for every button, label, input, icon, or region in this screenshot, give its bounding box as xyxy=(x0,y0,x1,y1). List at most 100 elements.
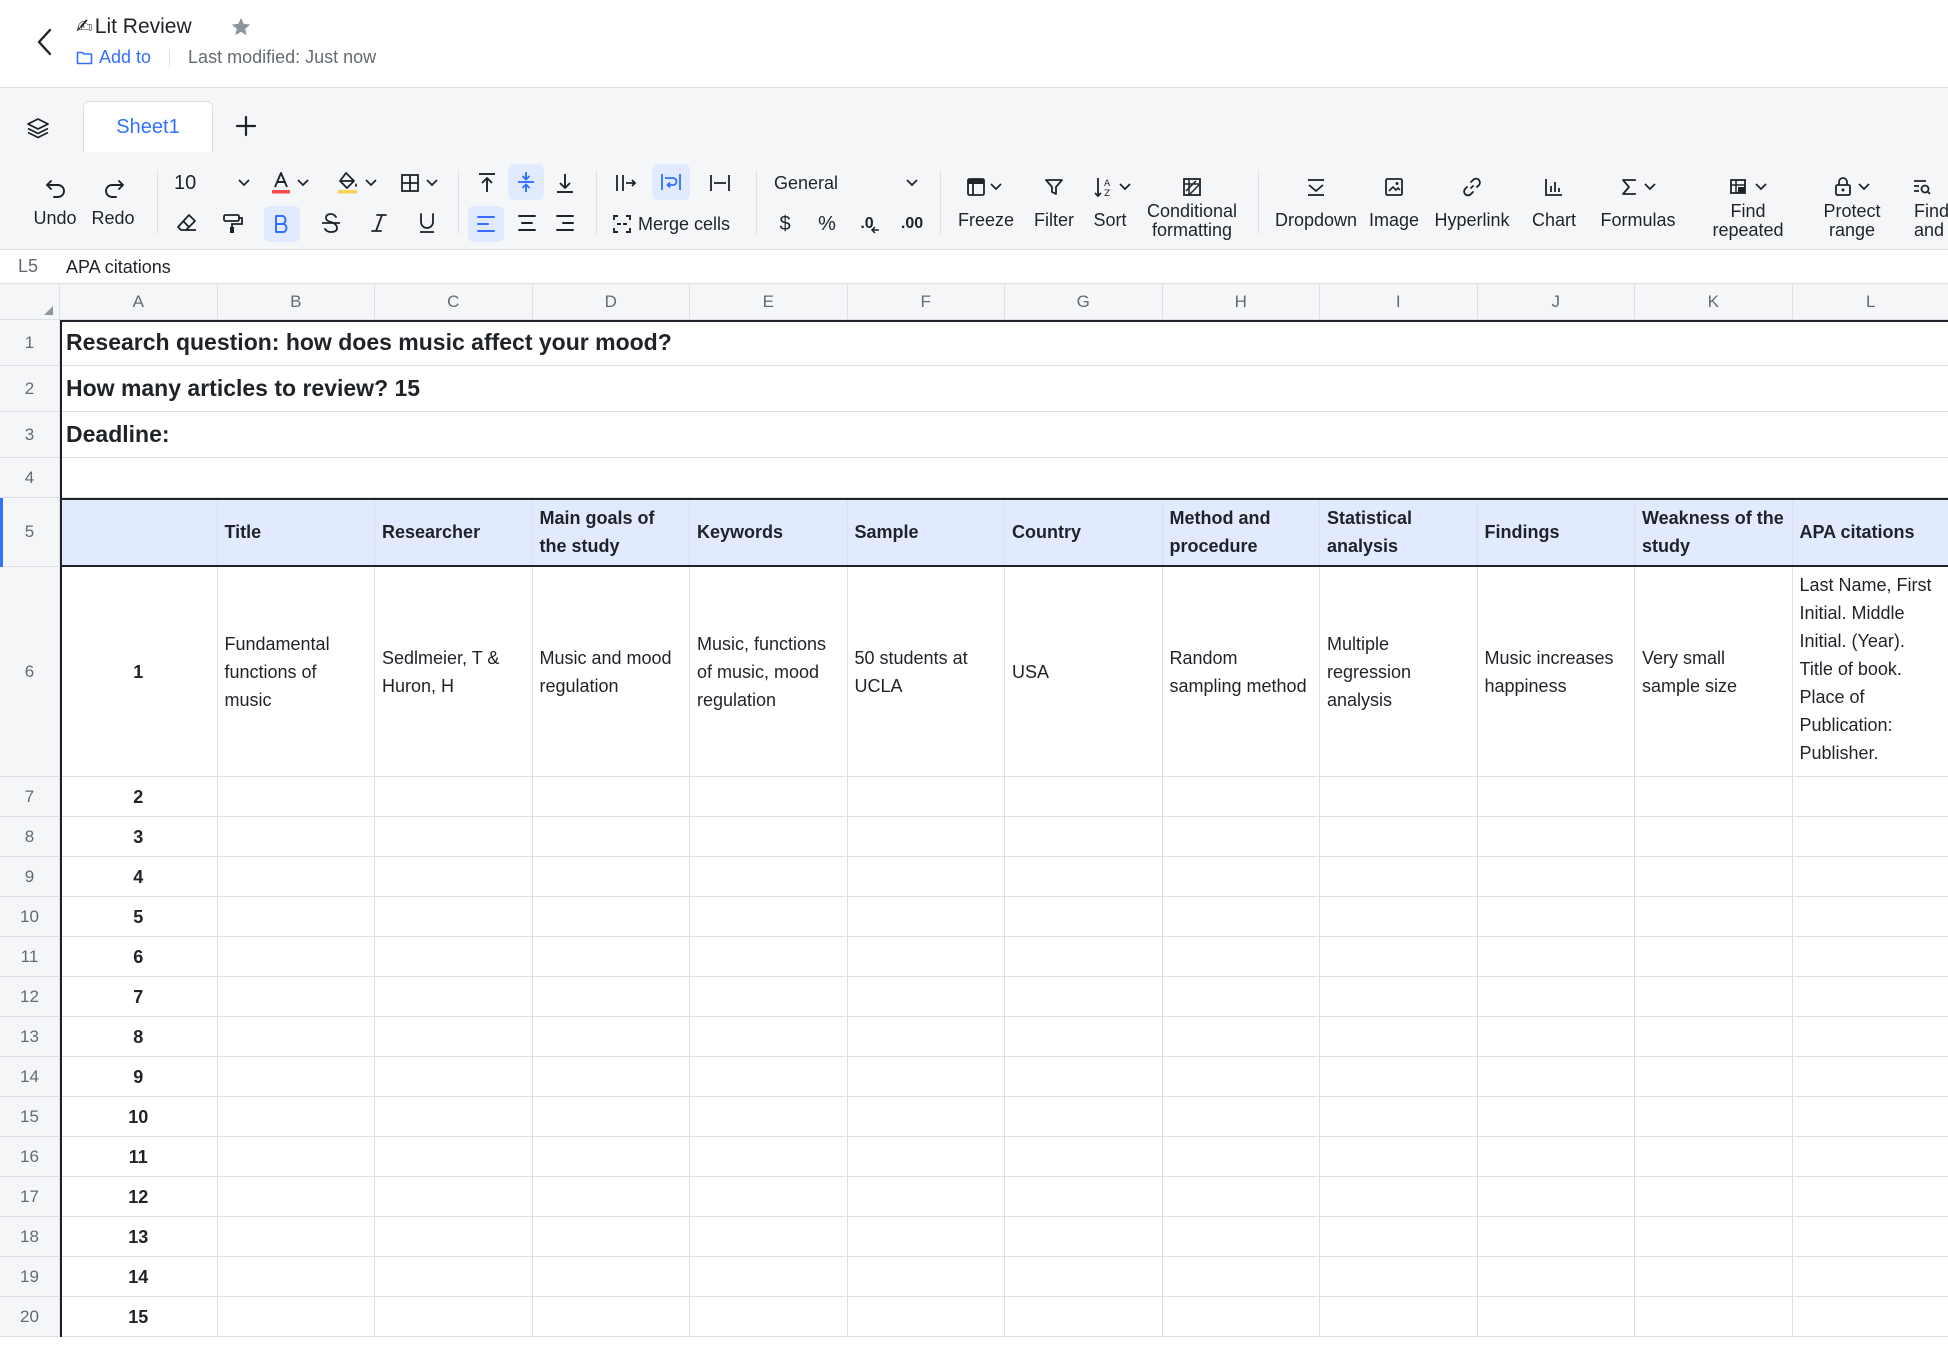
index-cell[interactable]: 10 xyxy=(60,1097,218,1137)
sheet-cell[interactable]: Music increases happiness xyxy=(1477,567,1635,777)
undo-button[interactable] xyxy=(38,172,74,204)
index-cell[interactable]: 14 xyxy=(60,1257,218,1297)
sheet-cell[interactable] xyxy=(1005,897,1163,937)
sheet-cell[interactable] xyxy=(532,817,690,857)
align-center-button[interactable] xyxy=(510,206,544,240)
sheet-cell[interactable] xyxy=(1162,977,1320,1017)
freeze-button[interactable] xyxy=(958,172,1010,202)
align-bottom-button[interactable] xyxy=(548,166,582,200)
sheet-cell[interactable] xyxy=(847,937,1005,977)
sheet-cell[interactable] xyxy=(690,1217,848,1257)
sheet-cell[interactable] xyxy=(690,897,848,937)
table-header-cell[interactable]: Keywords xyxy=(690,498,848,567)
sheet-cell[interactable] xyxy=(217,1297,375,1337)
row-header[interactable]: 4 xyxy=(0,458,60,498)
sheet-cell[interactable] xyxy=(1005,1297,1163,1337)
row-header[interactable]: 15 xyxy=(0,1097,60,1137)
sheet-cell[interactable] xyxy=(532,1177,690,1217)
sheet-cell[interactable] xyxy=(1635,977,1793,1017)
row-header[interactable]: 19 xyxy=(0,1257,60,1297)
sheet-cell[interactable] xyxy=(847,977,1005,1017)
back-button[interactable] xyxy=(24,22,64,62)
sheet-cell[interactable] xyxy=(532,1097,690,1137)
borders-button[interactable] xyxy=(394,166,444,200)
sheet-cell[interactable] xyxy=(1477,897,1635,937)
sheet-cell[interactable] xyxy=(1320,857,1478,897)
sheet-cell[interactable] xyxy=(1792,1217,1948,1257)
column-header[interactable]: L xyxy=(1792,284,1948,320)
sheet-cell[interactable] xyxy=(1162,937,1320,977)
sheet-cell[interactable] xyxy=(217,817,375,857)
sheet-cell[interactable] xyxy=(847,817,1005,857)
sheet-cell[interactable] xyxy=(375,897,533,937)
sheet-cell-merged[interactable]: Deadline: xyxy=(60,412,1948,458)
sheet-cell[interactable] xyxy=(1005,1257,1163,1297)
index-cell[interactable]: 11 xyxy=(60,1137,218,1177)
sheet-cell[interactable] xyxy=(375,1177,533,1217)
image-button[interactable] xyxy=(1376,172,1412,202)
index-cell[interactable]: 3 xyxy=(60,817,218,857)
index-cell[interactable]: 6 xyxy=(60,937,218,977)
sheet-cell[interactable] xyxy=(1005,937,1163,977)
sheet-cell[interactable] xyxy=(690,1297,848,1337)
row-header[interactable]: 6 xyxy=(0,567,60,777)
sheet-cell-merged[interactable]: Research question: how does music affect… xyxy=(60,320,1948,366)
italic-button[interactable] xyxy=(362,206,396,240)
number-format-select[interactable]: General xyxy=(770,166,922,200)
row-header[interactable]: 9 xyxy=(0,857,60,897)
find-repeated-button[interactable] xyxy=(1724,172,1772,202)
sheet-cell[interactable] xyxy=(1162,777,1320,817)
row-header[interactable]: 10 xyxy=(0,897,60,937)
sheet-cell[interactable] xyxy=(1477,1217,1635,1257)
sheet-cell[interactable] xyxy=(217,977,375,1017)
sheet-cell[interactable] xyxy=(847,1057,1005,1097)
row-header[interactable]: 2 xyxy=(0,366,60,412)
table-header-cell[interactable] xyxy=(60,498,218,567)
align-middle-button[interactable] xyxy=(508,164,544,200)
document-title[interactable]: ✍ Lit Review xyxy=(76,14,192,39)
sheet-cell[interactable] xyxy=(217,1057,375,1097)
sheet-cell[interactable] xyxy=(1162,857,1320,897)
sheet-cell[interactable] xyxy=(532,1057,690,1097)
sheet-cell[interactable] xyxy=(1635,1217,1793,1257)
decrease-decimal-button[interactable]: .0 xyxy=(852,208,888,240)
sheet-cell[interactable] xyxy=(1635,1297,1793,1337)
sheet-cell[interactable] xyxy=(375,1217,533,1257)
sheet-cell[interactable] xyxy=(1477,1257,1635,1297)
sheet-cell[interactable] xyxy=(217,1097,375,1137)
column-header[interactable]: F xyxy=(847,284,1005,320)
sheet-cell[interactable] xyxy=(217,1017,375,1057)
sheet-cell[interactable] xyxy=(532,1017,690,1057)
sheet-cell[interactable] xyxy=(1477,937,1635,977)
table-header-cell[interactable]: Statistical analysis xyxy=(1320,498,1478,567)
row-header[interactable]: 7 xyxy=(0,777,60,817)
sheet-cell[interactable]: USA xyxy=(1005,567,1163,777)
row-header[interactable]: 13 xyxy=(0,1017,60,1057)
underline-button[interactable] xyxy=(410,206,444,240)
sheet-cell[interactable] xyxy=(847,1097,1005,1137)
sheet-cell[interactable] xyxy=(1477,1017,1635,1057)
sheet-cell[interactable] xyxy=(1792,777,1948,817)
sheet-cell[interactable] xyxy=(847,857,1005,897)
sheet-cell[interactable] xyxy=(690,977,848,1017)
sheet-cell[interactable] xyxy=(1477,1057,1635,1097)
sheet-cell[interactable] xyxy=(690,1177,848,1217)
sheet-cell[interactable] xyxy=(1477,1097,1635,1137)
fill-color-button[interactable] xyxy=(332,166,382,200)
sheet-cell[interactable] xyxy=(1635,817,1793,857)
sheet-cell[interactable] xyxy=(1320,1057,1478,1097)
sheet-cell[interactable] xyxy=(1792,897,1948,937)
sheet-cell[interactable] xyxy=(1477,1297,1635,1337)
sheet-cell[interactable] xyxy=(1162,1297,1320,1337)
sheet-cell[interactable] xyxy=(1792,1017,1948,1057)
sheet-cell[interactable] xyxy=(1162,817,1320,857)
sheet-cell[interactable]: Music, functions of music, mood regulati… xyxy=(690,567,848,777)
sheet-cell[interactable] xyxy=(532,857,690,897)
sheet-cell[interactable] xyxy=(217,777,375,817)
sheet-cell[interactable] xyxy=(1005,1017,1163,1057)
percent-format-button[interactable]: % xyxy=(810,208,844,240)
format-painter-button[interactable] xyxy=(216,206,250,240)
index-cell[interactable]: 8 xyxy=(60,1017,218,1057)
clip-text-button[interactable] xyxy=(702,166,738,200)
row-header[interactable]: 8 xyxy=(0,817,60,857)
